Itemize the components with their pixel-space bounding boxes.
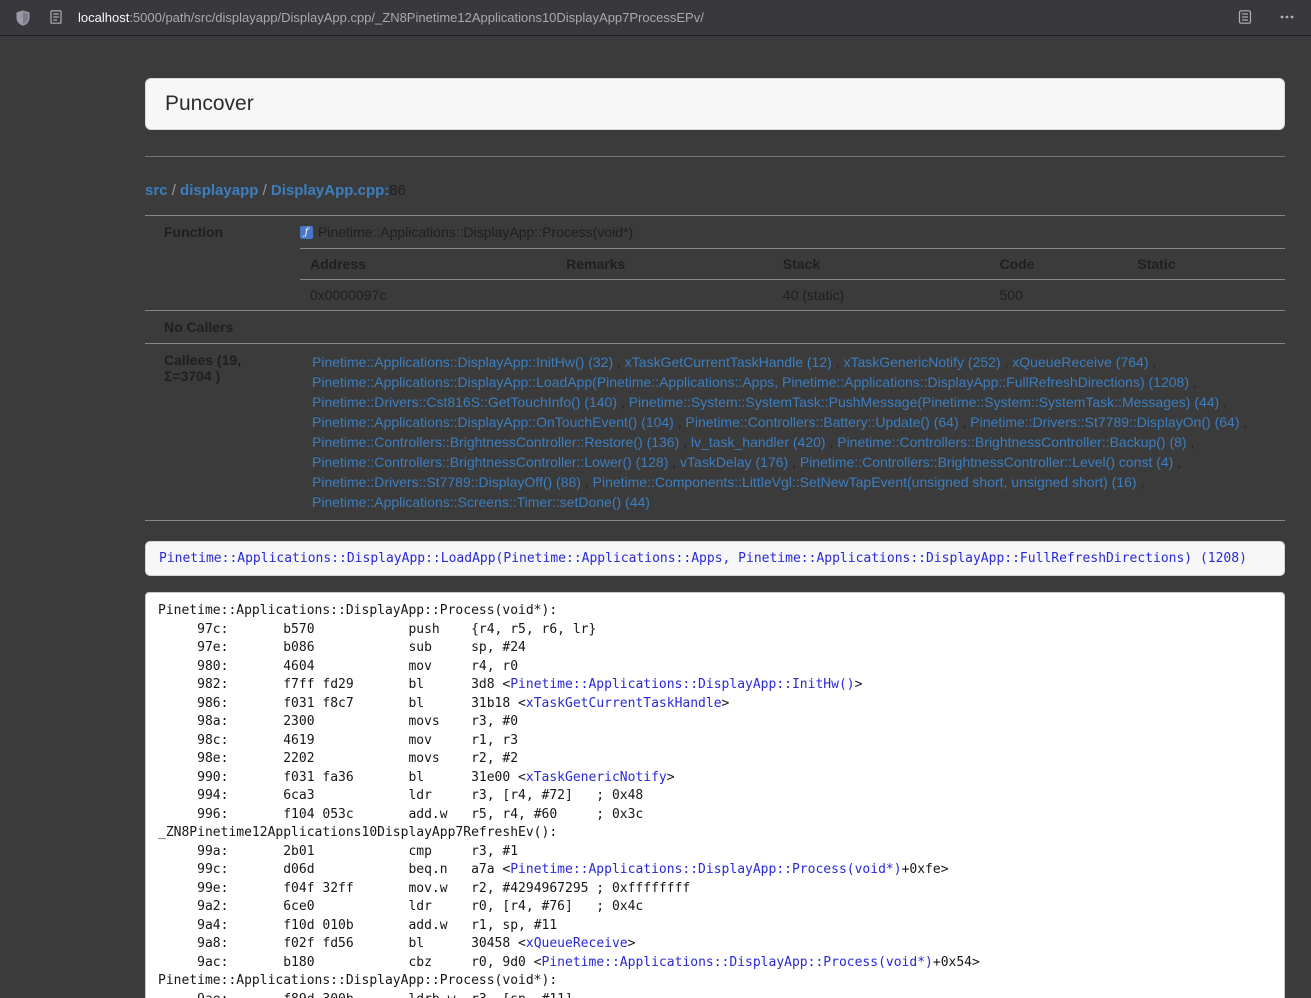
code-symbol-link[interactable]: xQueueReceive <box>526 936 628 951</box>
details-value-row: 0x0000097c 40 (static) 500 <box>300 280 1285 311</box>
callee-link[interactable]: Pinetime::Applications::DisplayApp::Load… <box>312 374 1189 390</box>
callee-link[interactable]: Pinetime::Drivers::Cst816S::GetTouchInfo… <box>312 394 617 410</box>
callee-link[interactable]: Pinetime::Applications::DisplayApp::OnTo… <box>312 414 674 430</box>
breadcrumb-links: src / displayapp / DisplayApp.cpp: <box>145 182 389 199</box>
details-header-row: Address Remarks Stack Code Static <box>300 249 1285 280</box>
callee-separator: , <box>1148 354 1156 370</box>
static-value <box>1127 280 1285 311</box>
column-header-remarks: Remarks <box>556 249 773 280</box>
overflow-menu-icon[interactable] <box>1279 9 1297 27</box>
code-value: 500 <box>989 280 1127 311</box>
disassembly: Pinetime::Applications::DisplayApp::Proc… <box>145 592 1285 998</box>
breadcrumb-link[interactable]: displayapp <box>180 182 258 199</box>
address-value: 0x0000097c <box>300 280 556 311</box>
breadcrumb-separator: / <box>258 182 271 199</box>
page-title: Puncover <box>165 92 1265 116</box>
breadcrumb-separator: / <box>168 182 181 199</box>
url-path: :5000/path/src/displayapp/DisplayApp.cpp… <box>129 10 704 25</box>
table-row-no-callers: No Callers <box>145 311 1285 344</box>
callee-separator: , <box>959 414 971 430</box>
url-host: localhost <box>78 10 129 25</box>
header-divider <box>145 156 1285 157</box>
callee-link[interactable]: Pinetime::Controllers::Battery::Update()… <box>686 414 959 430</box>
no-callers-label: No Callers <box>145 311 300 344</box>
highlighted-symbol-box: Pinetime::Applications::DisplayApp::Load… <box>145 541 1285 576</box>
app-header: Puncover <box>145 78 1285 130</box>
shield-icon[interactable] <box>14 9 32 27</box>
table-row-callees: Callees (19, Σ=3704 ) Pinetime::Applicat… <box>145 344 1285 521</box>
function-icon: ƒ <box>300 226 313 239</box>
callee-link[interactable]: lv_task_handler (420) <box>691 434 826 450</box>
callee-separator: , <box>679 434 691 450</box>
callees-label: Callees (19, Σ=3704 ) <box>145 344 300 521</box>
callee-link[interactable]: Pinetime::Controllers::BrightnessControl… <box>837 434 1186 450</box>
callee-separator: , <box>617 394 629 410</box>
callee-separator: , <box>1219 394 1227 410</box>
page-container: Puncover src / displayapp / DisplayApp.c… <box>145 78 1285 998</box>
function-details-table: Address Remarks Stack Code Static 0x0000… <box>300 248 1285 310</box>
callee-separator: , <box>788 454 800 470</box>
function-table: Function ƒ Pinetime::Applications::Displ… <box>145 215 1285 521</box>
code-symbol-link[interactable]: Pinetime::Applications::DisplayApp::Init… <box>510 677 854 692</box>
browser-toolbar: localhost:5000/path/src/displayapp/Displ… <box>0 0 1311 36</box>
remarks-value <box>556 280 773 311</box>
code-symbol-link[interactable]: xTaskGetCurrentTaskHandle <box>526 696 722 711</box>
callee-separator: , <box>1240 414 1248 430</box>
callee-separator: , <box>1137 474 1145 490</box>
code-symbol-link[interactable]: Pinetime::Applications::DisplayApp::Proc… <box>510 862 901 877</box>
column-header-static: Static <box>1127 249 1285 280</box>
column-header-stack: Stack <box>773 249 990 280</box>
function-row-label: Function <box>145 216 300 311</box>
callee-link[interactable]: Pinetime::Drivers::St7789::DisplayOff() … <box>312 474 581 490</box>
callee-link[interactable]: xTaskGenericNotify (252) <box>843 354 1000 370</box>
callee-separator: , <box>1189 374 1197 390</box>
column-header-code: Code <box>989 249 1127 280</box>
reader-mode-icon[interactable] <box>1237 9 1255 27</box>
callee-separator: , <box>1001 354 1013 370</box>
callee-separator: , <box>1187 434 1195 450</box>
function-symbol: ƒ Pinetime::Applications::DisplayApp::Pr… <box>300 216 1285 248</box>
stack-value: 40 (static) <box>773 280 990 311</box>
line-number: 86 <box>389 182 406 199</box>
callee-separator: , <box>613 354 625 370</box>
callees-list: Pinetime::Applications::DisplayApp::Init… <box>300 344 1285 521</box>
highlighted-symbol-link[interactable]: Pinetime::Applications::DisplayApp::Load… <box>159 551 1247 566</box>
url-bar[interactable]: localhost:5000/path/src/displayapp/Displ… <box>78 10 704 25</box>
callee-link[interactable]: Pinetime::Controllers::BrightnessControl… <box>800 454 1173 470</box>
column-header-address: Address <box>300 249 556 280</box>
breadcrumb: src / displayapp / DisplayApp.cpp:86 <box>145 182 1285 199</box>
callee-separator: , <box>1173 454 1181 470</box>
breadcrumb-link[interactable]: src <box>145 182 168 199</box>
callee-link[interactable]: Pinetime::Drivers::St7789::DisplayOn() (… <box>970 414 1239 430</box>
callee-separator: , <box>581 474 593 490</box>
callee-separator: , <box>826 434 838 450</box>
code-symbol-link[interactable]: Pinetime::Applications::DisplayApp::Proc… <box>542 955 933 970</box>
table-row-function: Function ƒ Pinetime::Applications::Displ… <box>145 216 1285 311</box>
code-symbol-link[interactable]: xTaskGenericNotify <box>526 770 667 785</box>
callee-separator: , <box>668 454 680 470</box>
breadcrumb-link[interactable]: DisplayApp.cpp: <box>271 182 389 199</box>
callee-link[interactable]: xTaskGetCurrentTaskHandle (12) <box>625 354 832 370</box>
callee-link[interactable]: Pinetime::Applications::Screens::Timer::… <box>312 494 650 510</box>
toolbar-right-group <box>1237 9 1297 27</box>
site-identity-icon[interactable] <box>48 9 66 27</box>
callee-link[interactable]: vTaskDelay (176) <box>680 454 788 470</box>
callee-link[interactable]: xQueueReceive (764) <box>1012 354 1148 370</box>
callee-link[interactable]: Pinetime::System::SystemTask::PushMessag… <box>629 394 1220 410</box>
callee-link[interactable]: Pinetime::Controllers::BrightnessControl… <box>312 454 668 470</box>
callee-link[interactable]: Pinetime::Controllers::BrightnessControl… <box>312 434 679 450</box>
function-name: Pinetime::Applications::DisplayApp::Proc… <box>318 224 633 240</box>
callee-link[interactable]: Pinetime::Applications::DisplayApp::Init… <box>312 354 613 370</box>
callee-separator: , <box>832 354 844 370</box>
callee-separator: , <box>674 414 686 430</box>
callee-link[interactable]: Pinetime::Components::LittleVgl::SetNewT… <box>593 474 1137 490</box>
